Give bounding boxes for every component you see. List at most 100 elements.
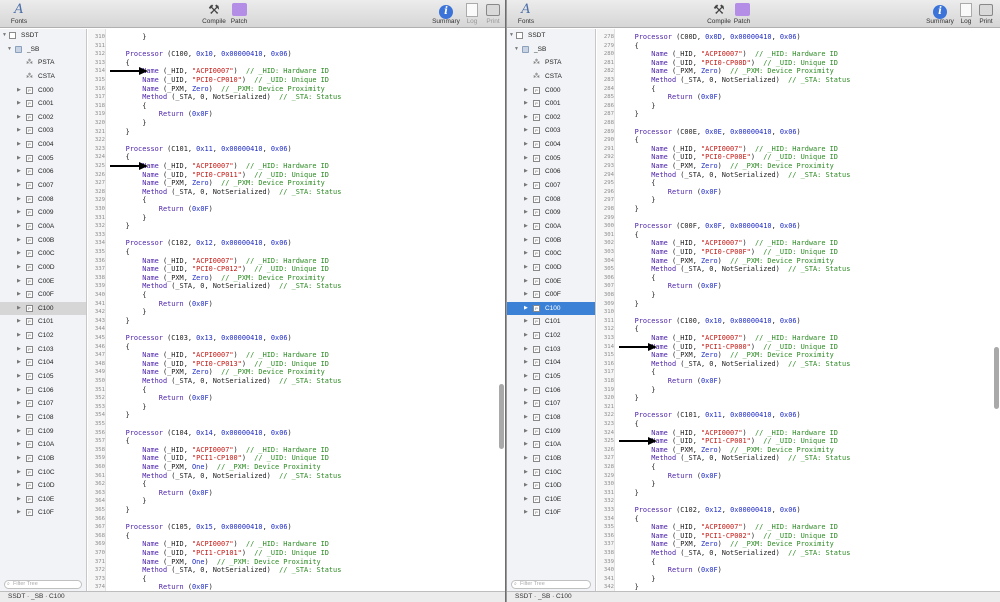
tree-item-processor[interactable]: ▶ P C00C xyxy=(507,247,595,261)
tree-item-processor[interactable]: ▶ P C002 xyxy=(0,111,86,125)
disclosure-closed-icon[interactable]: ▶ xyxy=(524,452,528,466)
disclosure-closed-icon[interactable]: ▶ xyxy=(17,97,21,111)
disclosure-closed-icon[interactable]: ▶ xyxy=(17,152,21,166)
disclosure-open-icon[interactable]: ▼ xyxy=(7,43,12,57)
code-editor[interactable]: 278 Processor (C00D, 0x0D, 0x00000410, 0… xyxy=(597,29,1000,591)
tree-item-processor[interactable]: ▶ P C10E xyxy=(0,493,86,507)
disclosure-closed-icon[interactable]: ▶ xyxy=(17,179,21,193)
tree-item-processor[interactable]: ▶ P C00A xyxy=(507,220,595,234)
disclosure-closed-icon[interactable]: ▶ xyxy=(524,329,528,343)
tree-item-processor[interactable]: ▶ P C107 xyxy=(507,397,595,411)
tree-item-processor[interactable]: ▶ P C103 xyxy=(0,343,86,357)
tree-item-scope[interactable]: ▼ _SB xyxy=(0,43,86,57)
disclosure-closed-icon[interactable]: ▶ xyxy=(17,288,21,302)
tree-item-processor[interactable]: ▶ P C003 xyxy=(0,124,86,138)
tree-item-processor[interactable]: ▶ P C108 xyxy=(0,411,86,425)
tree-item-processor[interactable]: ▶ P C002 xyxy=(507,111,595,125)
tree-item-processor[interactable]: ▶ P C009 xyxy=(0,206,86,220)
tree-item-processor[interactable]: ▶ P C004 xyxy=(507,138,595,152)
disclosure-closed-icon[interactable]: ▶ xyxy=(17,234,21,248)
disclosure-open-icon[interactable]: ▼ xyxy=(514,43,519,57)
disclosure-closed-icon[interactable]: ▶ xyxy=(524,425,528,439)
code-editor[interactable]: 310 } 311 312 Processor (C100, 0x10, 0x000… xyxy=(88,29,505,591)
disclosure-closed-icon[interactable]: ▶ xyxy=(524,438,528,452)
tree-item-processor[interactable]: ▶ P C00C xyxy=(0,247,86,261)
disclosure-open-icon[interactable]: ▼ xyxy=(509,29,514,43)
tree-item-method[interactable]: ⁂ PSTA xyxy=(507,56,595,70)
tree-item-processor[interactable]: ▶ P C00B xyxy=(0,234,86,248)
tree-item-processor[interactable]: ▶ P C102 xyxy=(507,329,595,343)
tree-item-processor[interactable]: ▶ P C10C xyxy=(0,466,86,480)
disclosure-closed-icon[interactable]: ▶ xyxy=(17,479,21,493)
disclosure-closed-icon[interactable]: ▶ xyxy=(17,506,21,520)
tree-item-processor[interactable]: ▶ P C003 xyxy=(507,124,595,138)
tree-item-processor[interactable]: ▶ P C104 xyxy=(0,356,86,370)
disclosure-closed-icon[interactable]: ▶ xyxy=(524,97,528,111)
disclosure-closed-icon[interactable]: ▶ xyxy=(524,193,528,207)
filter-tree-input[interactable]: ⌕ Filter Tree xyxy=(511,580,591,589)
tree-item-processor[interactable]: ▶ P C008 xyxy=(507,193,595,207)
filter-tree-input[interactable]: ⌕ Filter Tree xyxy=(4,580,82,589)
disclosure-closed-icon[interactable]: ▶ xyxy=(17,84,21,98)
tree-item-processor[interactable]: ▶ P C005 xyxy=(0,152,86,166)
tree-item-processor[interactable]: ▶ P C00F xyxy=(507,288,595,302)
disclosure-closed-icon[interactable]: ▶ xyxy=(524,302,528,316)
tree-item-processor[interactable]: ▶ P C00B xyxy=(507,234,595,248)
disclosure-closed-icon[interactable]: ▶ xyxy=(17,138,21,152)
tree-item-processor[interactable]: ▶ P C001 xyxy=(507,97,595,111)
tree-item-processor[interactable]: ▶ P C101 xyxy=(0,315,86,329)
tree-item-root[interactable]: ▼ SSDT xyxy=(507,29,595,43)
disclosure-closed-icon[interactable]: ▶ xyxy=(524,84,528,98)
disclosure-closed-icon[interactable]: ▶ xyxy=(17,206,21,220)
disclosure-closed-icon[interactable]: ▶ xyxy=(17,370,21,384)
tree-item-processor[interactable]: ▶ P C10D xyxy=(0,479,86,493)
disclosure-closed-icon[interactable]: ▶ xyxy=(17,329,21,343)
disclosure-closed-icon[interactable]: ▶ xyxy=(524,493,528,507)
tree-item-processor[interactable]: ▶ P C10E xyxy=(507,493,595,507)
disclosure-closed-icon[interactable]: ▶ xyxy=(524,411,528,425)
tree-item-processor[interactable]: ▶ P C101 xyxy=(507,315,595,329)
tree-item-processor[interactable]: ▶ P C106 xyxy=(0,384,86,398)
disclosure-closed-icon[interactable]: ▶ xyxy=(17,466,21,480)
disclosure-closed-icon[interactable]: ▶ xyxy=(17,193,21,207)
disclosure-closed-icon[interactable]: ▶ xyxy=(524,206,528,220)
tree-item-processor[interactable]: ▶ P C103 xyxy=(507,343,595,357)
tree-item-processor[interactable]: ▶ P C10C xyxy=(507,466,595,480)
disclosure-closed-icon[interactable]: ▶ xyxy=(17,261,21,275)
disclosure-closed-icon[interactable]: ▶ xyxy=(524,261,528,275)
disclosure-closed-icon[interactable]: ▶ xyxy=(524,179,528,193)
disclosure-closed-icon[interactable]: ▶ xyxy=(524,356,528,370)
tree-item-processor[interactable]: ▶ P C105 xyxy=(0,370,86,384)
tree-item-processor[interactable]: ▶ P C00F xyxy=(0,288,86,302)
disclosure-closed-icon[interactable]: ▶ xyxy=(524,384,528,398)
tree-item-processor[interactable]: ▶ P C104 xyxy=(507,356,595,370)
disclosure-closed-icon[interactable]: ▶ xyxy=(17,247,21,261)
disclosure-closed-icon[interactable]: ▶ xyxy=(17,411,21,425)
tree-item-method[interactable]: ⁂ PSTA xyxy=(0,56,86,70)
tree-item-processor[interactable]: ▶ P C10A xyxy=(0,438,86,452)
print-button[interactable]: Print xyxy=(969,1,1000,27)
disclosure-closed-icon[interactable]: ▶ xyxy=(17,111,21,125)
tree-item-processor[interactable]: ▶ P C100 xyxy=(0,301,86,316)
tree-item-processor[interactable]: ▶ P C00E xyxy=(0,275,86,289)
tree-item-root[interactable]: ▼ SSDT xyxy=(0,29,86,43)
disclosure-closed-icon[interactable]: ▶ xyxy=(524,315,528,329)
disclosure-closed-icon[interactable]: ▶ xyxy=(17,493,21,507)
disclosure-closed-icon[interactable]: ▶ xyxy=(17,343,21,357)
disclosure-closed-icon[interactable]: ▶ xyxy=(17,425,21,439)
disclosure-closed-icon[interactable]: ▶ xyxy=(524,397,528,411)
tree-item-scope[interactable]: ▼ _SB xyxy=(507,43,595,57)
tree-item-processor[interactable]: ▶ P C10F xyxy=(0,506,86,520)
print-button[interactable]: Print xyxy=(476,1,505,27)
disclosure-closed-icon[interactable]: ▶ xyxy=(17,452,21,466)
disclosure-closed-icon[interactable]: ▶ xyxy=(17,220,21,234)
tree-item-processor[interactable]: ▶ P C00E xyxy=(507,275,595,289)
tree-item-processor[interactable]: ▶ P C000 xyxy=(0,84,86,98)
tree-item-processor[interactable]: ▶ P C006 xyxy=(0,165,86,179)
disclosure-closed-icon[interactable]: ▶ xyxy=(524,275,528,289)
disclosure-closed-icon[interactable]: ▶ xyxy=(524,152,528,166)
disclosure-closed-icon[interactable]: ▶ xyxy=(524,288,528,302)
fonts-button[interactable]: A Fonts xyxy=(509,1,543,27)
tree-item-processor[interactable]: ▶ P C006 xyxy=(507,165,595,179)
tree-item-processor[interactable]: ▶ P C10D xyxy=(507,479,595,493)
